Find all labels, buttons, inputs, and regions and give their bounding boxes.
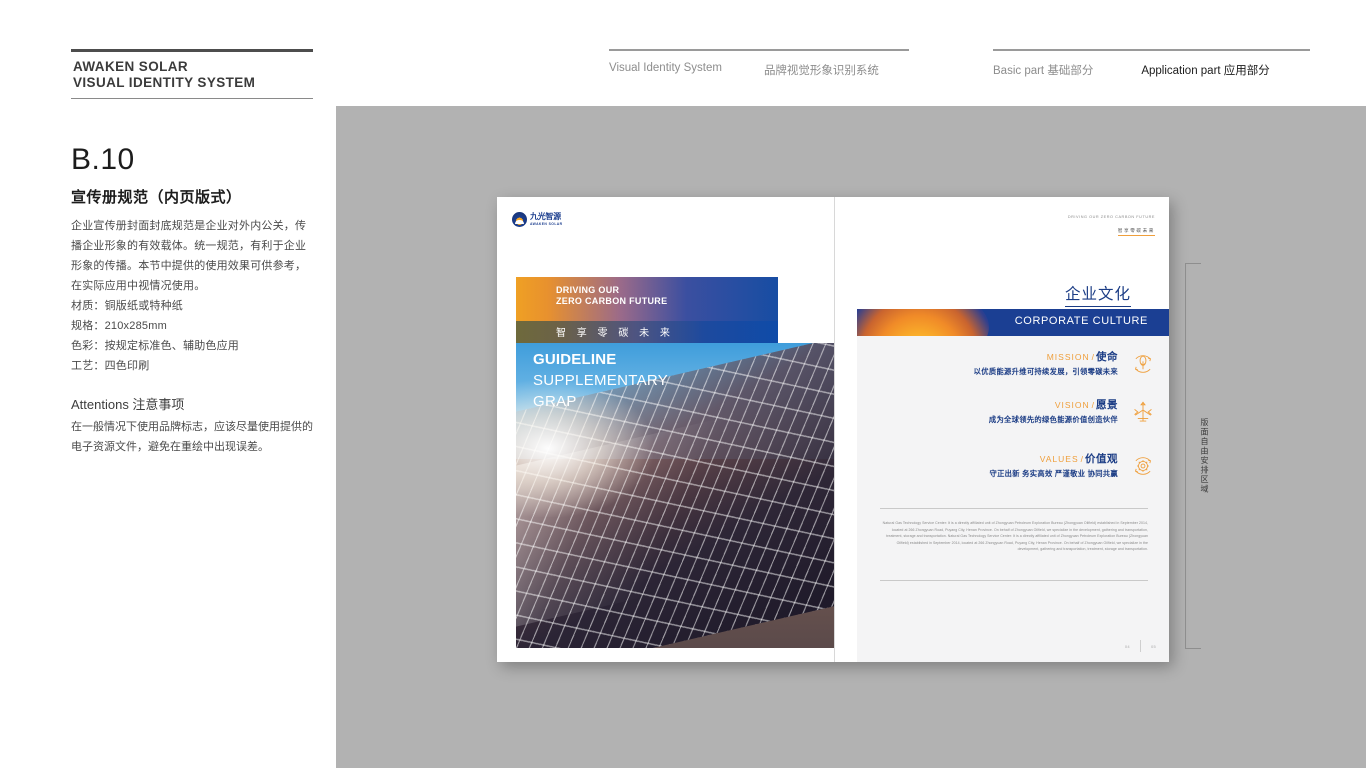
- corporate-culture-banner: CORPORATE CULTURE: [857, 309, 1169, 336]
- page-number-left: 04: [1124, 643, 1130, 649]
- attentions-body: 在一般情况下使用品牌标志，应该尽量使用提供的电子资源文件，避免在重绘中出现误差。: [71, 421, 313, 453]
- callout-label: 版面自由安排区域: [1200, 418, 1209, 494]
- vision-block: VISION / 愿景 成为全球领先的绿色能源价值创造伙伴: [888, 399, 1156, 425]
- nav-group-right: Basic part 基础部分 Application part 应用部分: [993, 49, 1310, 78]
- attentions-title: Attentions 注意事项: [71, 397, 185, 412]
- brochure-inner-page: DRIVING OUR ZERO CARBON FUTURE 智享零碳未来 企业…: [834, 197, 1169, 662]
- nav-item-visual-identity-system-cn[interactable]: 品牌视觉形象识别系统: [764, 62, 879, 78]
- section-title: 宣传册规范（内页版式）: [71, 189, 242, 206]
- vision-description: 成为全球领先的绿色能源价值创造伙伴: [988, 415, 1118, 424]
- mission-label-en: MISSION: [1046, 352, 1090, 362]
- values-label-en: VALUES: [1039, 454, 1079, 464]
- cover-banner-en-line1: DRIVING OUR: [556, 285, 620, 295]
- brochure-spread: 九光智源 AWAKEN SOLAR DRIVING OUR ZERO CARBO…: [497, 197, 1169, 662]
- values-label-cn: 价值观: [1085, 453, 1118, 465]
- divider-bottom: [880, 580, 1148, 581]
- callout-bracket-top: [1185, 263, 1201, 264]
- inner-page-title-en: CORPORATE CULTURE: [1014, 315, 1148, 327]
- callout-bracket-bottom: [1185, 648, 1201, 649]
- values-description: 守正出新 务实高效 严谨敬业 协同共赢: [989, 469, 1118, 478]
- cover-title-line2: SUPPLEMENTARY: [533, 372, 669, 389]
- nav-item-visual-identity-system[interactable]: Visual Identity System: [609, 62, 722, 78]
- page-numbers: 04 05: [1125, 640, 1156, 652]
- cover-banner-cn: 智 享 零 碳 未 来: [556, 328, 674, 339]
- inner-page-body: MISSION / 使命 以优质能源升维可持续发展，引领零碳未来 VISION …: [857, 336, 1169, 662]
- brand-name: AWAKEN SOLAR VISUAL IDENTITY SYSTEM: [71, 52, 313, 91]
- values-block: VALUES / 价值观 守正出新 务实高效 严谨敬业 协同共赢: [888, 453, 1156, 479]
- cover-slogan-banner: DRIVING OUR ZERO CARBON FUTURE 智 享 零 碳 未…: [516, 277, 778, 343]
- brochure-cover-page: 九光智源 AWAKEN SOLAR DRIVING OUR ZERO CARBO…: [497, 197, 834, 662]
- page-number-right: 05: [1150, 643, 1156, 649]
- nav-item-application-part[interactable]: Application part 应用部分: [1141, 62, 1269, 78]
- attentions-block: Attentions 注意事项 在一般情况下使用品牌标志，应该尽量使用提供的电子…: [71, 394, 313, 457]
- mission-label-cn: 使命: [1096, 351, 1118, 363]
- layout-area-callout: 版面自由安排区域: [1185, 263, 1217, 649]
- spec-color: 色彩：按规定标准色、辅助色应用: [71, 340, 239, 352]
- section-code: B.10: [71, 143, 135, 176]
- section-body: 企业宣传册封面封底规范是企业对外内公关，传播企业形象的有效载体。统一规范，有利于…: [71, 216, 313, 376]
- cover-title-line3: GRAP: [533, 393, 577, 410]
- brand-header: AWAKEN SOLAR VISUAL IDENTITY SYSTEM: [71, 49, 313, 99]
- mission-block: MISSION / 使命 以优质能源升维可持续发展，引领零碳未来: [888, 351, 1156, 377]
- page-number-divider: [1139, 640, 1141, 652]
- inner-page-title-cn: 企业文化: [1064, 282, 1131, 307]
- spec-material: 材质：铜版纸或特种纸: [71, 300, 183, 312]
- vi-guideline-page: AWAKEN SOLAR VISUAL IDENTITY SYSTEM Visu…: [0, 0, 1366, 768]
- spec-process: 工艺：四色印刷: [71, 360, 150, 372]
- callout-bracket-line: [1185, 263, 1186, 649]
- inner-page-paragraph: Natural Gas Technology Service Center: I…: [882, 521, 1148, 552]
- spec-size: 规格：210x285mm: [71, 320, 167, 332]
- inner-page-header: DRIVING OUR ZERO CARBON FUTURE 智享零碳未来: [1068, 215, 1155, 237]
- atom-cycle-icon: [1134, 457, 1152, 475]
- sunrise-graphic-icon: [857, 309, 989, 336]
- brand-name-line2: VISUAL IDENTITY SYSTEM: [73, 75, 256, 90]
- inner-header-en: DRIVING OUR ZERO CARBON FUTURE: [1067, 215, 1155, 219]
- logo-text-cn: 九光智源: [530, 212, 561, 222]
- vision-label-cn: 愿景: [1096, 399, 1118, 411]
- cover-banner-en-line2: ZERO CARBON FUTURE: [556, 296, 668, 306]
- cover-title-line1: GUIDELINE: [533, 351, 617, 368]
- wind-turbine-icon: [1134, 401, 1152, 422]
- sun-logo-icon: [512, 212, 527, 227]
- logo-text-en: AWAKEN SOLAR: [530, 221, 563, 226]
- mission-description: 以优质能源升维可持续发展，引领零碳未来: [973, 367, 1118, 376]
- brand-rule-bottom: [71, 98, 313, 99]
- cover-banner-top: DRIVING OUR ZERO CARBON FUTURE: [516, 277, 778, 321]
- cover-banner-bottom: 智 享 零 碳 未 来: [516, 321, 778, 343]
- nav-group-left: Visual Identity System 品牌视觉形象识别系统: [609, 49, 909, 78]
- nav-item-basic-part[interactable]: Basic part 基础部分: [993, 62, 1093, 78]
- cover-title: GUIDELINE SUPPLEMENTARY GRAP: [533, 349, 668, 412]
- divider-top: [880, 508, 1148, 509]
- vision-label-en: VISION: [1054, 400, 1090, 410]
- brand-name-line1: AWAKEN SOLAR: [73, 59, 189, 74]
- inner-header-cn: 智享零碳未来: [1117, 228, 1155, 236]
- cover-logo: 九光智源 AWAKEN SOLAR: [512, 212, 563, 227]
- leaf-cycle-icon: [1134, 355, 1152, 373]
- section-description: 企业宣传册封面封底规范是企业对外内公关，传播企业形象的有效载体。统一规范，有利于…: [71, 220, 307, 292]
